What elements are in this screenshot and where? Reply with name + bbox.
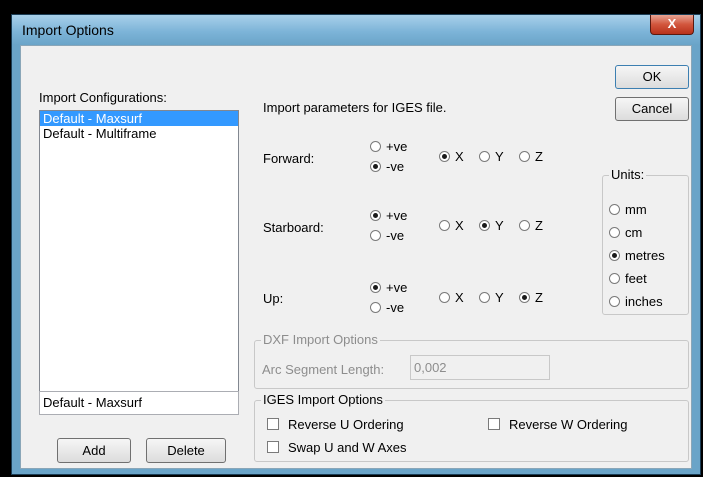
starboard-negative-radio[interactable]: -ve [370, 228, 404, 243]
radio-button-icon [370, 210, 381, 221]
close-button[interactable]: X [650, 15, 694, 35]
forward-negative-radio[interactable]: -ve [370, 159, 404, 174]
import-options-window: Import Options X Import Configurations: … [11, 14, 701, 475]
import-parameters-heading: Import parameters for IGES file. [263, 100, 447, 115]
arc-segment-length-label: Arc Segment Length: [262, 362, 385, 377]
iges-import-options-group: IGES Import Options Reverse U Ordering R… [254, 392, 689, 462]
checkbox-icon [488, 418, 500, 430]
dialog-client-area: Import Configurations: Default - Maxsurf… [20, 45, 692, 469]
starboard-positive-radio[interactable]: +ve [370, 208, 407, 223]
dxf-import-options-legend: DXF Import Options [261, 332, 380, 347]
list-item-default-multiframe[interactable]: Default - Multiframe [40, 126, 238, 141]
forward-positive-radio[interactable]: +ve [370, 139, 407, 154]
radio-button-icon [519, 220, 530, 231]
up-axis-y-radio[interactable]: Y [479, 290, 504, 305]
up-axis-x-radio[interactable]: X [439, 290, 464, 305]
forward-axis-z-radio[interactable]: Z [519, 149, 543, 164]
radio-button-icon [609, 250, 620, 261]
radio-button-icon [479, 220, 490, 231]
units-feet-radio[interactable]: feet [609, 271, 647, 286]
close-icon: X [667, 16, 677, 31]
units-inches-radio[interactable]: inches [609, 294, 663, 309]
units-group: Units: mm cm metres feet inches [602, 167, 689, 315]
add-button[interactable]: Add [57, 438, 131, 463]
units-legend: Units: [609, 167, 647, 182]
up-axis-z-radio[interactable]: Z [519, 290, 543, 305]
checkbox-icon [267, 441, 279, 453]
up-negative-radio[interactable]: -ve [370, 300, 404, 315]
iges-import-options-legend: IGES Import Options [261, 392, 385, 407]
import-configurations-list[interactable]: Default - Maxsurf Default - Multiframe [39, 110, 239, 410]
list-item-default-maxsurf[interactable]: Default - Maxsurf [40, 111, 238, 126]
radio-button-icon [479, 151, 490, 162]
radio-button-icon [370, 282, 381, 293]
configuration-name-input[interactable]: Default - Maxsurf [39, 391, 239, 415]
units-cm-radio[interactable]: cm [609, 225, 642, 240]
title-bar[interactable]: Import Options X [12, 15, 700, 45]
radio-button-icon [439, 292, 450, 303]
radio-button-icon [479, 292, 490, 303]
starboard-axis-z-radio[interactable]: Z [519, 218, 543, 233]
radio-button-icon [609, 204, 620, 215]
delete-button[interactable]: Delete [146, 438, 226, 463]
reverse-w-ordering-checkbox[interactable]: Reverse W Ordering [488, 416, 627, 432]
radio-button-icon [609, 296, 620, 307]
window-title: Import Options [22, 22, 114, 38]
cancel-button[interactable]: Cancel [615, 97, 689, 121]
ok-button[interactable]: OK [615, 65, 689, 89]
forward-axis-x-radio[interactable]: X [439, 149, 464, 164]
radio-button-icon [609, 273, 620, 284]
forward-label: Forward: [263, 151, 315, 166]
starboard-axis-x-radio[interactable]: X [439, 218, 464, 233]
up-label: Up: [263, 291, 284, 306]
radio-button-icon [370, 302, 381, 313]
units-mm-radio[interactable]: mm [609, 202, 647, 217]
units-metres-radio[interactable]: metres [609, 248, 665, 263]
swap-u-and-w-axes-checkbox[interactable]: Swap U and W Axes [267, 439, 407, 455]
checkbox-icon [267, 418, 279, 430]
starboard-axis-y-radio[interactable]: Y [479, 218, 504, 233]
radio-button-icon [439, 220, 450, 231]
radio-button-icon [609, 227, 620, 238]
forward-axis-y-radio[interactable]: Y [479, 149, 504, 164]
starboard-label: Starboard: [263, 220, 324, 235]
radio-button-icon [370, 161, 381, 172]
radio-button-icon [439, 151, 450, 162]
radio-button-icon [519, 151, 530, 162]
import-configurations-label: Import Configurations: [39, 90, 167, 105]
arc-segment-length-input[interactable]: 0,002 [410, 355, 550, 380]
radio-button-icon [370, 141, 381, 152]
radio-button-icon [519, 292, 530, 303]
up-positive-radio[interactable]: +ve [370, 280, 407, 295]
reverse-u-ordering-checkbox[interactable]: Reverse U Ordering [267, 416, 404, 432]
radio-button-icon [370, 230, 381, 241]
dxf-import-options-group: DXF Import Options Arc Segment Length: 0… [254, 332, 689, 389]
